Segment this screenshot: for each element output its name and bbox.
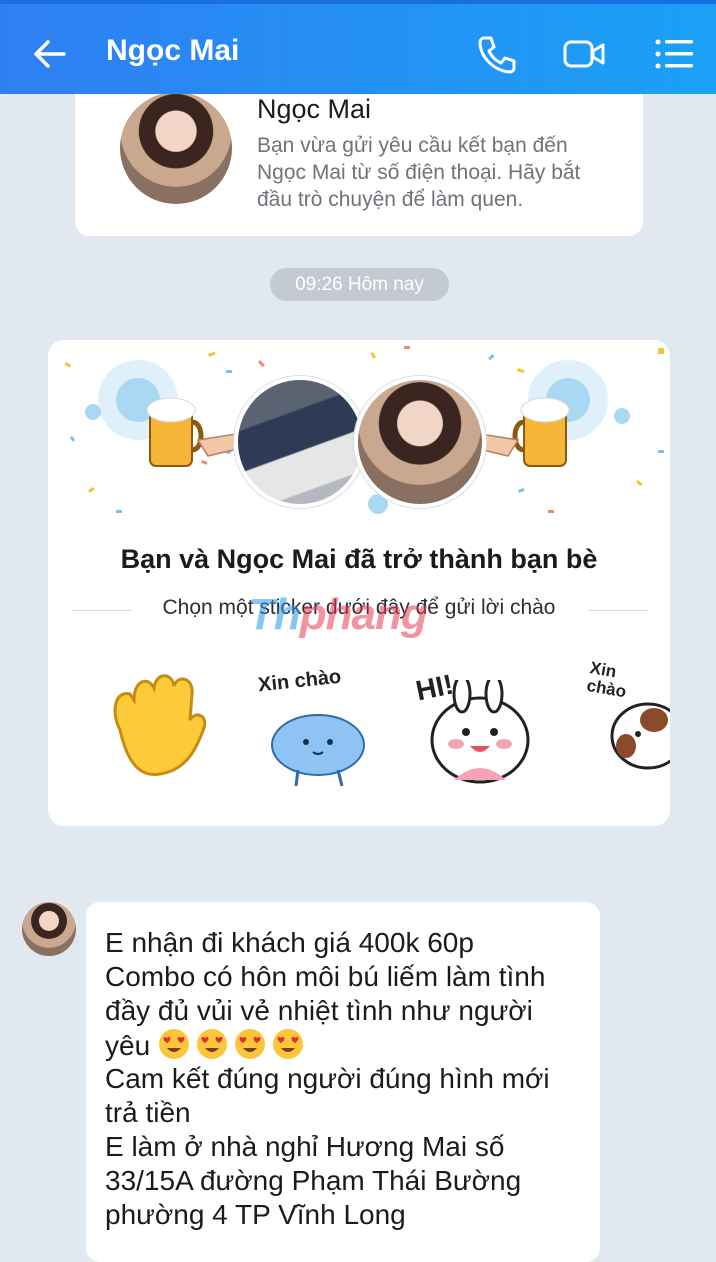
- phone-icon[interactable]: [474, 32, 518, 76]
- message-bubble[interactable]: E nhận đi khách giá 400k 60p Combo có hô…: [86, 902, 600, 1262]
- heart-eyes-emoji-icon: [234, 1029, 265, 1059]
- watermark-part: phang: [299, 590, 428, 639]
- sender-avatar[interactable]: [22, 902, 76, 956]
- message-line: 33/15A đường Phạm Thái Bường: [105, 1165, 522, 1196]
- back-arrow-icon[interactable]: [30, 34, 70, 74]
- sticker-label: Xin chào: [257, 665, 343, 697]
- description-line: Ngọc Mai từ số điện thoại. Hãy bắt: [257, 161, 581, 184]
- message-line: Cam kết đúng người đúng hình mới: [105, 1063, 550, 1094]
- friend-request-description: Bạn vừa gửi yêu cầu kết bạn đến Ngọc Mai…: [257, 132, 627, 213]
- chat-header: Ngọc Mai: [0, 0, 716, 94]
- contact-avatar[interactable]: [354, 376, 486, 508]
- my-avatar[interactable]: [234, 376, 366, 508]
- new-friend-card: Bạn và Ngọc Mai đã trở thành bạn bè Chọn…: [48, 340, 670, 826]
- friend-request-card: Ngọc Mai Bạn vừa gửi yêu cầu kết bạn đến…: [75, 80, 643, 236]
- message-line: yêu: [105, 1030, 151, 1061]
- contact-name-title[interactable]: Ngọc Mai: [106, 34, 239, 68]
- friends-title: Bạn và Ngọc Mai đã trở thành bạn bè: [120, 544, 598, 574]
- description-line: Bạn vừa gửi yêu cầu kết bạn đến: [257, 134, 568, 157]
- dog-icon[interactable]: [608, 686, 670, 786]
- message-line: E làm ở nhà nghỉ Hương Mai số: [105, 1131, 505, 1162]
- bunny-icon[interactable]: [410, 680, 550, 790]
- watermark: Thphang: [248, 590, 428, 640]
- video-call-icon[interactable]: [562, 32, 606, 76]
- heart-eyes-emoji-icon: [196, 1029, 227, 1059]
- heart-eyes-emoji-icon: [272, 1029, 303, 1059]
- menu-icon[interactable]: [652, 32, 696, 76]
- message-line: E nhận đi khách giá 400k 60p: [105, 927, 474, 958]
- contact-avatar[interactable]: [120, 92, 232, 204]
- watermark-part: Th: [248, 590, 301, 639]
- message-line: Combo có hôn môi bú liếm làm tình: [105, 961, 546, 992]
- message-line: trả tiền: [105, 1097, 191, 1128]
- description-line: đầu trò chuyện để làm quen.: [257, 188, 524, 211]
- heart-eyes-emoji-icon: [158, 1029, 189, 1059]
- message-line-with-emoji: yêu: [105, 1028, 310, 1063]
- waving-hand-icon[interactable]: [100, 660, 210, 790]
- profile-name: Ngọc Mai: [257, 94, 372, 124]
- timestamp-pill: 09:26 Hôm nay: [270, 268, 449, 301]
- blue-cat-icon[interactable]: [268, 700, 378, 790]
- message-line: phường 4 TP Vĩnh Long: [105, 1199, 406, 1230]
- message-line: đầy đủ vủi vẻ nhiệt tình như người: [105, 995, 533, 1026]
